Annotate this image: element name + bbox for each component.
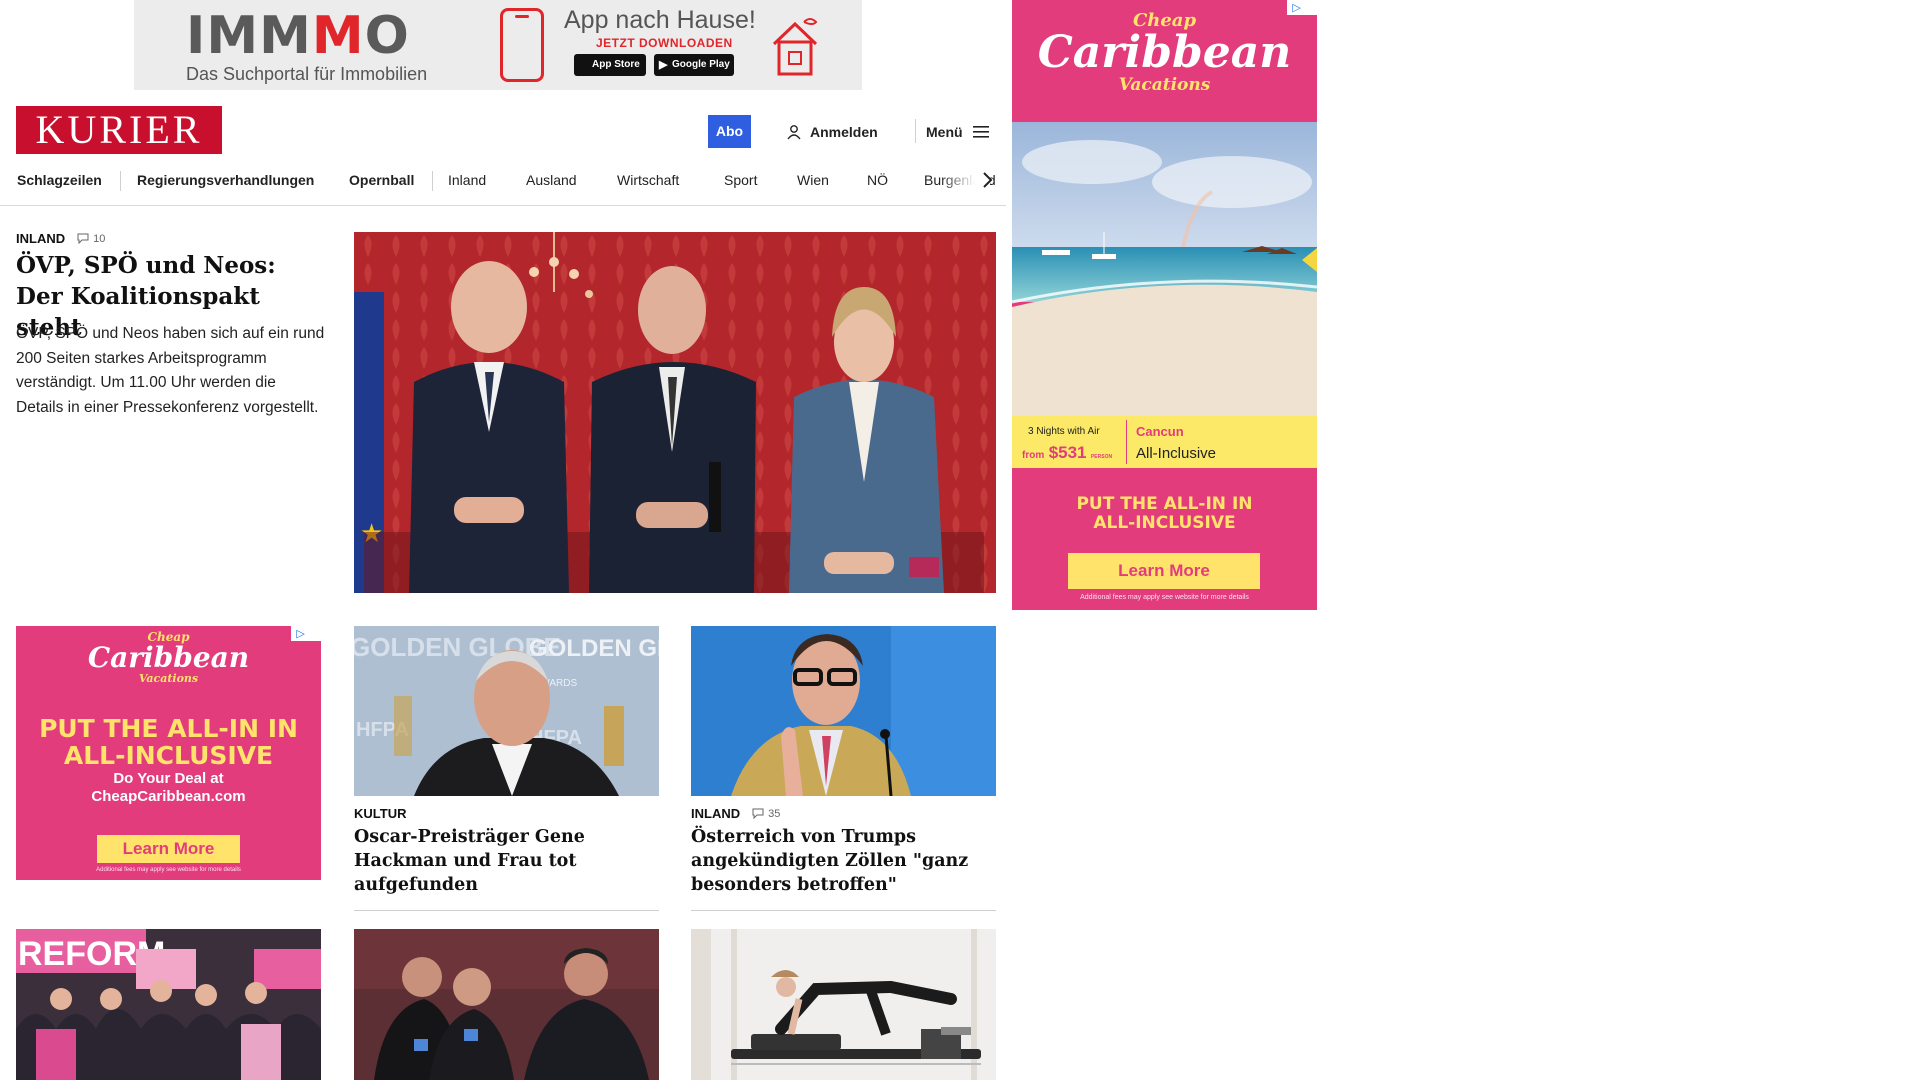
nav-item-noe[interactable]: NÖ xyxy=(867,166,888,206)
offer-package: All-Inclusive xyxy=(1136,445,1217,462)
nav-item-opernball[interactable]: Opernball xyxy=(349,166,414,206)
nav-item-wirtschaft[interactable]: Wirtschaft xyxy=(617,166,679,206)
inline-ad-headline: PUT THE ALL-IN IN ALL-INCLUSIVE xyxy=(39,714,298,770)
offer-price: from $531 PERSON xyxy=(1022,443,1113,462)
kurier-logo[interactable]: KURIER xyxy=(16,106,222,154)
chevron-right-icon[interactable] xyxy=(980,168,996,192)
lead-photo[interactable]: ★ xyxy=(354,232,996,593)
lead-meta: INLAND 10 xyxy=(16,231,105,246)
google-play-badge[interactable]: ▶ Google Play xyxy=(654,54,734,76)
app-title: App nach Hause! xyxy=(564,6,756,34)
comment-icon xyxy=(77,233,89,244)
nav-item-inland[interactable]: Inland xyxy=(448,166,486,206)
phone-icon xyxy=(500,8,544,82)
cheap-caribbean-logo: Cheap Caribbean Vacations xyxy=(1037,10,1292,95)
hamburger-icon xyxy=(972,126,989,138)
header-divider xyxy=(915,119,916,143)
inline-ad-cheap-caribbean[interactable]: Cheap Caribbean Vacations PUT THE ALL-IN… xyxy=(16,626,321,880)
side-ad-learn-more-button[interactable]: Learn More xyxy=(1068,553,1260,589)
app-subtitle: JETZT DOWNLOADEN xyxy=(596,36,733,50)
card-meta: INLAND 35 xyxy=(691,806,780,821)
play-icon: ▶ xyxy=(659,59,668,71)
lead-comments[interactable]: 10 xyxy=(77,233,105,245)
nav-divider xyxy=(432,171,433,191)
neos-rally-photo[interactable]: REFORM xyxy=(16,929,321,1080)
pilates-photo[interactable] xyxy=(691,929,996,1080)
beach-photo xyxy=(1012,122,1317,416)
svg-text:GOLDEN GLOBE: GOLDEN GLOBE xyxy=(529,635,659,662)
speaker-photo[interactable] xyxy=(691,626,996,796)
nav-divider xyxy=(120,171,121,191)
nav-item-sport[interactable]: Sport xyxy=(724,166,757,206)
adchoices-icon[interactable]: ▷ xyxy=(1287,0,1317,15)
nav-item-schlagzeilen[interactable]: Schlagzeilen xyxy=(17,166,102,206)
hackman-photo[interactable]: GOLDEN GLOBE GOLDEN GLOBE AWARDS HFPA HF… xyxy=(354,626,659,796)
immmo-logo: IMMMO xyxy=(186,6,410,66)
user-icon xyxy=(787,125,801,140)
inline-ad-learn-more-button[interactable]: Learn More xyxy=(97,835,240,863)
card-headline[interactable]: Österreich von Trumps angekündigten Zöll… xyxy=(691,825,991,897)
card-headline[interactable]: Oscar-Preisträger Gene Hackman und Frau … xyxy=(354,825,654,897)
card-divider xyxy=(691,910,996,911)
menu-button[interactable]: Menü xyxy=(926,121,989,143)
lead-comment-count: 10 xyxy=(93,232,106,245)
offer-destination: Cancun xyxy=(1136,424,1184,439)
app-store-badge[interactable]: App Store xyxy=(574,54,646,76)
menu-label: Menü xyxy=(926,124,963,140)
card-comment-count: 35 xyxy=(768,807,781,820)
side-ad-cheap-caribbean[interactable]: Cheap Caribbean Vacations 3 Nights with … xyxy=(1012,0,1317,610)
cheap-caribbean-logo: Cheap Caribbean Vacations xyxy=(87,630,250,685)
card-kicker[interactable]: KULTUR xyxy=(354,806,406,821)
card-divider xyxy=(354,910,659,911)
login-link[interactable]: Anmelden xyxy=(786,121,878,143)
nav-item-ausland[interactable]: Ausland xyxy=(526,166,577,206)
login-label: Anmelden xyxy=(810,124,878,140)
section-nav: Schlagzeilen Regierungsverhandlungen Ope… xyxy=(0,166,1006,206)
comment-icon xyxy=(752,808,764,819)
football-referees-photo[interactable] xyxy=(354,929,659,1080)
inline-ad-fine-print: Additional fees may apply see website fo… xyxy=(96,867,241,873)
card-comments[interactable]: 35 xyxy=(752,808,780,820)
side-ad-fine-print: Additional fees may apply see website fo… xyxy=(1080,594,1249,601)
abo-button[interactable]: Abo xyxy=(708,115,751,148)
house-icon xyxy=(772,18,818,76)
card-kicker[interactable]: INLAND xyxy=(691,806,740,821)
nav-item-wien[interactable]: Wien xyxy=(797,166,829,206)
lead-kicker[interactable]: INLAND xyxy=(16,231,65,246)
offer-nights: 3 Nights with Air xyxy=(1028,426,1100,437)
offer-divider xyxy=(1126,420,1127,464)
side-ad-headline: PUT THE ALL-IN IN ALL-INCLUSIVE xyxy=(1076,494,1253,533)
nav-item-regierungsverhandlungen[interactable]: Regierungsverhandlungen xyxy=(137,166,314,206)
top-banner-ad[interactable]: IMMMO Das Suchportal für Immobilien App … xyxy=(134,0,862,90)
inline-ad-subline: Do Your Deal at CheapCaribbean.com xyxy=(91,770,246,805)
lead-teaser: ÖVP, SPÖ und Neos haben sich auf ein run… xyxy=(16,325,325,416)
immmo-tagline: Das Suchportal für Immobilien xyxy=(186,64,428,84)
adchoices-icon[interactable]: ▷ xyxy=(291,626,321,641)
